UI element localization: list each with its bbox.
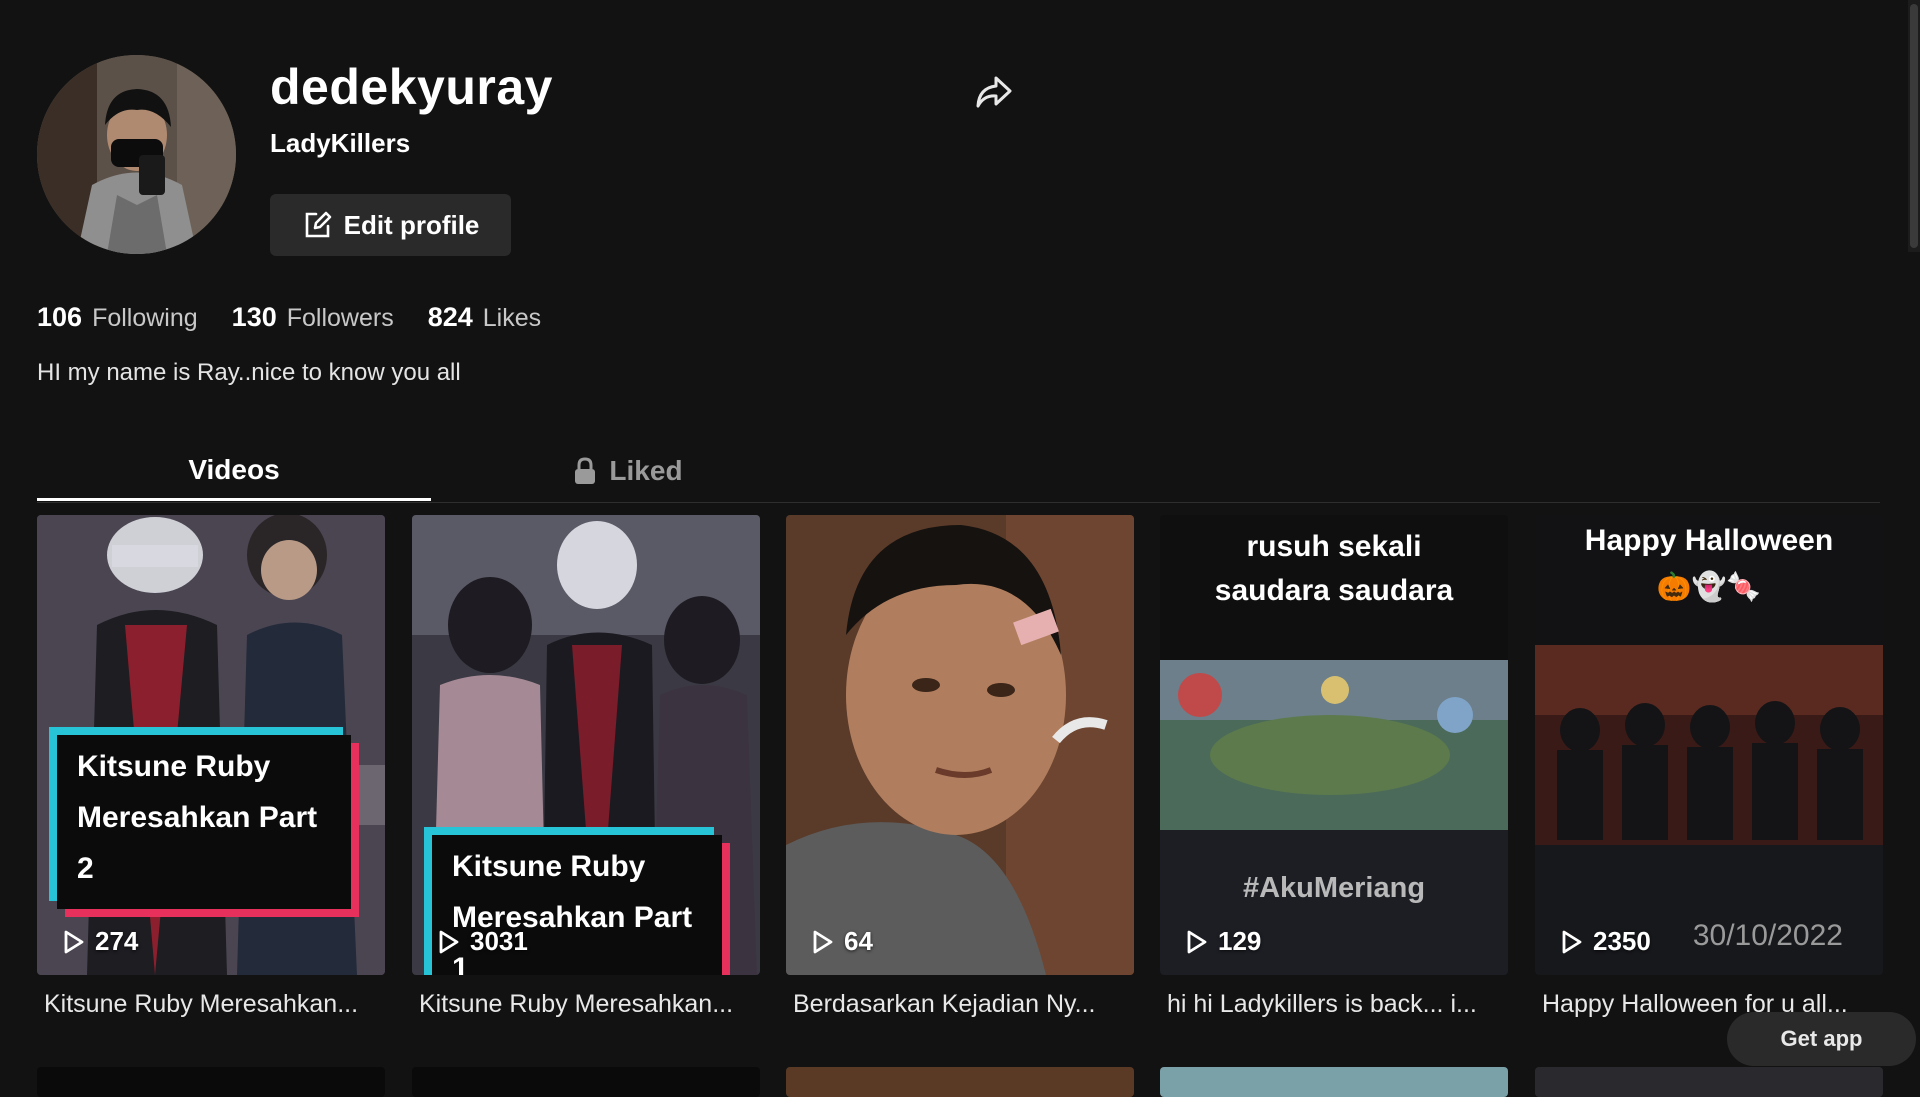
video-card-row2[interactable] <box>786 1067 1134 1097</box>
stat-likes: 824 Likes <box>428 302 541 333</box>
video-views: 64 <box>812 926 873 957</box>
play-icon <box>813 930 833 953</box>
profile-tabs: Videos Liked <box>37 442 1880 503</box>
video-card-row2[interactable] <box>412 1067 760 1097</box>
profile-avatar <box>37 55 236 254</box>
scrollbar-thumb[interactable] <box>1910 4 1918 248</box>
video-views-count: 274 <box>95 926 139 956</box>
video-card[interactable]: Happy Halloween 🎃👻🍬 30/10/2022 2350 <box>1535 515 1883 975</box>
video-hashtag: #AkuMeriang <box>1242 872 1426 904</box>
video-card[interactable]: Kitsune Ruby Meresahkan Part 2 274 <box>37 515 385 975</box>
video-top-text: Happy Halloween <box>1584 524 1834 557</box>
video-views: 3031 <box>438 926 528 957</box>
video-views: 274 <box>63 926 138 957</box>
stat-following[interactable]: 106 Following <box>37 302 198 333</box>
video-card-row2[interactable] <box>37 1067 385 1097</box>
video-card[interactable]: rusuh sekali saudara saudara #AkuMeriang… <box>1160 515 1508 975</box>
video-views-count: 64 <box>844 926 873 956</box>
video-views-count: 129 <box>1218 926 1262 956</box>
video-card[interactable]: 64 <box>786 515 1134 975</box>
video-views: 2350 <box>1561 926 1651 957</box>
edit-pencil-icon <box>305 211 331 238</box>
followers-count: 130 <box>231 302 277 332</box>
share-arrow-icon <box>976 76 1012 108</box>
play-icon <box>1187 930 1207 953</box>
profile-username: dedekyuray <box>270 59 553 115</box>
tab-liked-label: Liked <box>609 455 683 486</box>
tab-videos[interactable]: Videos <box>37 442 431 501</box>
following-count: 106 <box>37 302 83 332</box>
video-card[interactable]: Kitsune Ruby Meresahkan Part 1 3031 <box>412 515 760 975</box>
video-views: 129 <box>1186 926 1261 957</box>
video-date-overlay: 30/10/2022 <box>1692 919 1843 952</box>
profile-bio: HI my name is Ray..nice to know you all <box>37 359 461 386</box>
edit-profile-label: Edit profile <box>343 209 480 240</box>
following-label: Following <box>92 304 198 332</box>
video-caption[interactable]: Kitsune Ruby Meresahkan... <box>412 990 760 1019</box>
video-emoji: 🎃👻🍬 <box>1656 571 1762 602</box>
video-card-row2[interactable] <box>1160 1067 1508 1097</box>
lock-icon <box>575 457 596 484</box>
likes-count: 824 <box>427 302 473 332</box>
page-scrollbar[interactable] <box>1908 0 1920 252</box>
video-caption[interactable]: hi hi Ladykillers is back... i... <box>1160 990 1508 1019</box>
video-overlay-text: Kitsune Ruby Meresahkan Part 2 <box>57 735 351 909</box>
profile-stats: 106 Following 130 Followers 824 Likes <box>37 302 575 333</box>
stat-followers[interactable]: 130 Followers <box>232 302 394 333</box>
video-thumbnail <box>786 515 1134 975</box>
likes-label: Likes <box>482 304 542 332</box>
get-app-button[interactable]: Get app <box>1727 1012 1916 1066</box>
tab-videos-label: Videos <box>188 454 280 485</box>
play-icon <box>1562 930 1582 953</box>
play-icon <box>439 930 459 953</box>
avatar-photo <box>37 55 236 254</box>
video-views-count: 3031 <box>470 926 528 956</box>
profile-nickname: LadyKillers <box>270 128 411 158</box>
play-icon <box>64 930 84 953</box>
followers-label: Followers <box>286 304 394 332</box>
video-views-count: 2350 <box>1593 926 1651 956</box>
video-card-row2[interactable] <box>1535 1067 1883 1097</box>
video-caption[interactable]: Berdasarkan Kejadian Ny... <box>786 990 1134 1019</box>
video-top-text: rusuh sekali <box>1246 530 1422 563</box>
video-caption[interactable]: Kitsune Ruby Meresahkan... <box>37 990 385 1019</box>
tab-liked[interactable]: Liked <box>431 442 825 500</box>
share-button[interactable] <box>970 70 1018 114</box>
edit-profile-button[interactable]: Edit profile <box>270 194 511 256</box>
video-top-text: saudara saudara <box>1214 574 1454 607</box>
